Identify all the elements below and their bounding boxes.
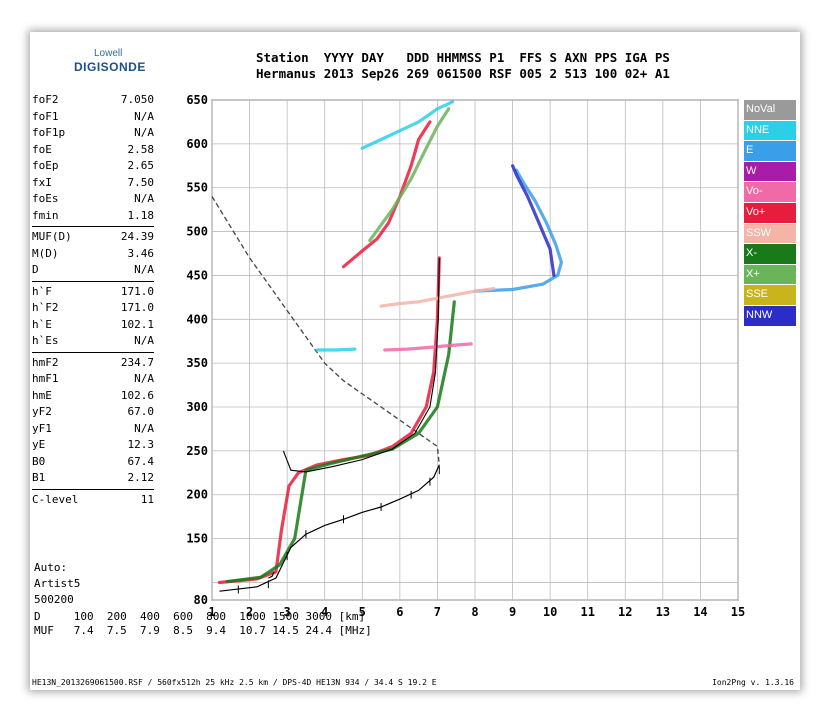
ionogram-chart: 1 2 3 4 5 6 7 8 9 10 11 12 13 14 158015020025030035040… bbox=[186, 93, 745, 619]
x-tick-label: 6 bbox=[396, 605, 403, 619]
y-tick-label: 550 bbox=[186, 181, 208, 195]
x-tick-label: 2 bbox=[246, 605, 253, 619]
legend-item: X- bbox=[744, 244, 796, 264]
echo-trace bbox=[315, 347, 357, 352]
ionogram-panel: Lowell DIGISONDE Station YYYY DAY DDD HH… bbox=[30, 32, 800, 690]
legend-item: X+ bbox=[744, 264, 796, 285]
legend-item: E bbox=[744, 141, 796, 161]
y-tick-label: 500 bbox=[186, 225, 208, 239]
x-tick-label: 13 bbox=[656, 605, 670, 619]
legend-item: Vo+ bbox=[744, 202, 796, 223]
legend-item: SSE bbox=[744, 285, 796, 305]
y-tick-label: 450 bbox=[186, 268, 208, 282]
x-tick-label: 10 bbox=[543, 605, 557, 619]
y-tick-label: 400 bbox=[186, 312, 208, 326]
y-tick-label: 250 bbox=[186, 444, 208, 458]
x-tick-label: 7 bbox=[434, 605, 441, 619]
x-tick-label: 8 bbox=[471, 605, 478, 619]
x-tick-label: 11 bbox=[580, 605, 594, 619]
x-tick-label: 9 bbox=[509, 605, 516, 619]
x-tick-label: 3 bbox=[284, 605, 291, 619]
y-tick-label: 80 bbox=[194, 593, 208, 607]
y-tick-label: 350 bbox=[186, 356, 208, 370]
legend-item: Vo- bbox=[744, 182, 796, 202]
x-tick-label: 14 bbox=[693, 605, 707, 619]
x-tick-label: 1 bbox=[208, 605, 215, 619]
legend-item: NNE bbox=[744, 120, 796, 141]
y-tick-label: 150 bbox=[186, 532, 208, 546]
x-tick-label: 15 bbox=[731, 605, 745, 619]
y-tick-label: 600 bbox=[186, 137, 208, 151]
legend-item: NoVal bbox=[744, 100, 796, 120]
y-tick-label: 300 bbox=[186, 400, 208, 414]
polarization-legend: NoVal NNE E W Vo- Vo+ SSW X- X+ SSE NNW bbox=[744, 100, 796, 327]
y-tick-label: 200 bbox=[186, 488, 208, 502]
x-tick-label: 4 bbox=[321, 605, 328, 619]
legend-item: NNW bbox=[744, 305, 796, 326]
x-tick-label: 12 bbox=[618, 605, 632, 619]
y-tick-label: 650 bbox=[186, 93, 208, 107]
legend-item: SSW bbox=[744, 223, 796, 244]
legend-item: W bbox=[744, 161, 796, 182]
x-tick-label: 5 bbox=[359, 605, 366, 619]
